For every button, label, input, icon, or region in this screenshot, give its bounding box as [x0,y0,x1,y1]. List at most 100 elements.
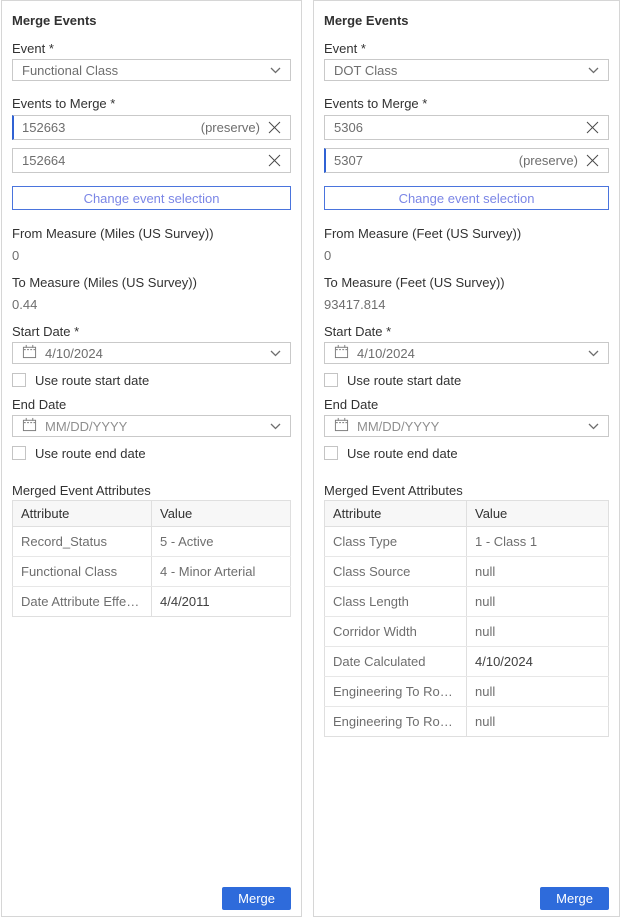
merged-attributes-table: AttributeValueRecord_Status5 - ActiveFun… [12,500,291,617]
from-measure-value: 0 [12,248,291,263]
event-id: 152663 [22,120,65,135]
event-label: Event * [12,41,291,56]
use-route-end-date-label: Use route end date [35,446,146,461]
table-row: Corridor Widthnull [325,617,609,647]
merged-event-attributes-title: Merged Event Attributes [12,483,291,498]
calendar-icon [334,417,349,435]
attribute-column-header: Attribute [13,501,152,527]
attribute-value-cell: null [467,707,609,737]
end-date-picker[interactable]: MM/DD/YYYY [324,415,609,437]
table-row: Date Attribute Effective4/4/2011 [13,587,291,617]
panel-footer: Merge [324,887,609,910]
remove-event-icon[interactable] [586,121,599,134]
remove-event-icon[interactable] [586,154,599,167]
event-to-merge-input[interactable]: 152664 [12,148,291,173]
table-row: Date Calculated4/10/2024 [325,647,609,677]
events-to-merge-label: Events to Merge * [12,96,291,111]
to-measure-label: To Measure (Feet (US Survey)) [324,275,609,290]
checkbox-icon [324,373,338,387]
event-to-merge-input[interactable]: 152663 (preserve) [12,115,291,140]
event-to-merge-input[interactable]: 5307(preserve) [324,148,609,173]
table-row: Engineering To RouteIDnull [325,677,609,707]
event-id: 5307 [334,153,363,168]
end-date-placeholder: MM/DD/YYYY [45,419,262,434]
event-select-value: DOT Class [334,63,588,78]
table-row: Class Type1 - Class 1 [325,527,609,557]
table-row: Class Sourcenull [325,557,609,587]
end-date-placeholder: MM/DD/YYYY [357,419,580,434]
attribute-value-cell: 5 - Active [152,527,291,557]
change-event-selection-button[interactable]: Change event selection [12,186,291,210]
merged-event-attributes-title: Merged Event Attributes [324,483,609,498]
value-column-header: Value [152,501,291,527]
calendar-icon [334,344,349,362]
chevron-down-icon [270,350,281,357]
events-to-merge-list: 5306 5307(preserve) [324,115,609,181]
start-date-value: 4/10/2024 [357,346,580,361]
attribute-value-cell: null [467,587,609,617]
attribute-name-cell: Engineering To Route ... [325,707,467,737]
change-event-selection-button[interactable]: Change event selection [324,186,609,210]
start-date-picker[interactable]: 4/10/2024 [12,342,291,364]
attribute-name-cell: Class Source [325,557,467,587]
checkbox-icon [12,373,26,387]
table-row: Engineering To Route ...null [325,707,609,737]
attribute-name-cell: Engineering To RouteID [325,677,467,707]
chevron-down-icon [270,423,281,430]
use-route-start-date-checkbox[interactable]: Use route start date [324,372,609,388]
attribute-name-cell: Class Length [325,587,467,617]
attribute-name-cell: Date Calculated [325,647,467,677]
attribute-name-cell: Class Type [325,527,467,557]
event-id: 152664 [22,153,65,168]
attribute-column-header: Attribute [325,501,467,527]
to-measure-value: 93417.814 [324,297,609,312]
preserve-tag: (preserve) [201,120,260,135]
panel-footer: Merge [12,887,291,910]
panel-spacer [12,617,291,887]
attribute-value-cell: null [467,557,609,587]
attribute-value-cell: 1 - Class 1 [467,527,609,557]
table-row: Record_Status5 - Active [13,527,291,557]
end-date-picker[interactable]: MM/DD/YYYY [12,415,291,437]
remove-event-icon[interactable] [268,121,281,134]
merge-events-panel-left: Merge Events Event * Functional Class Ev… [1,0,302,917]
merge-button[interactable]: Merge [540,887,609,910]
calendar-icon [22,417,37,435]
start-date-value: 4/10/2024 [45,346,262,361]
chevron-down-icon [588,350,599,357]
page-title: Merge Events [324,13,609,28]
start-date-label: Start Date * [12,324,291,339]
from-measure-label: From Measure (Miles (US Survey)) [12,226,291,241]
panel-spacer [324,737,609,887]
value-column-header: Value [467,501,609,527]
end-date-label: End Date [12,397,291,412]
checkbox-icon [324,446,338,460]
attribute-name-cell: Corridor Width [325,617,467,647]
use-route-end-date-checkbox[interactable]: Use route end date [324,445,609,461]
use-route-start-date-label: Use route start date [35,373,149,388]
use-route-start-date-checkbox[interactable]: Use route start date [12,372,291,388]
event-to-merge-input[interactable]: 5306 [324,115,609,140]
remove-event-icon[interactable] [268,154,281,167]
page-title: Merge Events [12,13,291,28]
attribute-name-cell: Record_Status [13,527,152,557]
use-route-end-date-checkbox[interactable]: Use route end date [12,445,291,461]
chevron-down-icon [270,67,281,74]
event-select[interactable]: DOT Class [324,59,609,81]
from-measure-value: 0 [324,248,609,263]
merge-button[interactable]: Merge [222,887,291,910]
merged-attributes-table: AttributeValueClass Type1 - Class 1Class… [324,500,609,737]
chevron-down-icon [588,423,599,430]
calendar-icon [22,344,37,362]
use-route-end-date-label: Use route end date [347,446,458,461]
event-select[interactable]: Functional Class [12,59,291,81]
attribute-value-cell: 4 - Minor Arterial [152,557,291,587]
start-date-picker[interactable]: 4/10/2024 [324,342,609,364]
table-row: Functional Class4 - Minor Arterial [13,557,291,587]
events-to-merge-list: 152663 (preserve) 152664 [12,115,291,181]
attribute-value-cell: null [467,677,609,707]
attribute-value-cell: 4/10/2024 [467,647,609,677]
to-measure-value: 0.44 [12,297,291,312]
chevron-down-icon [588,67,599,74]
table-row: Class Lengthnull [325,587,609,617]
